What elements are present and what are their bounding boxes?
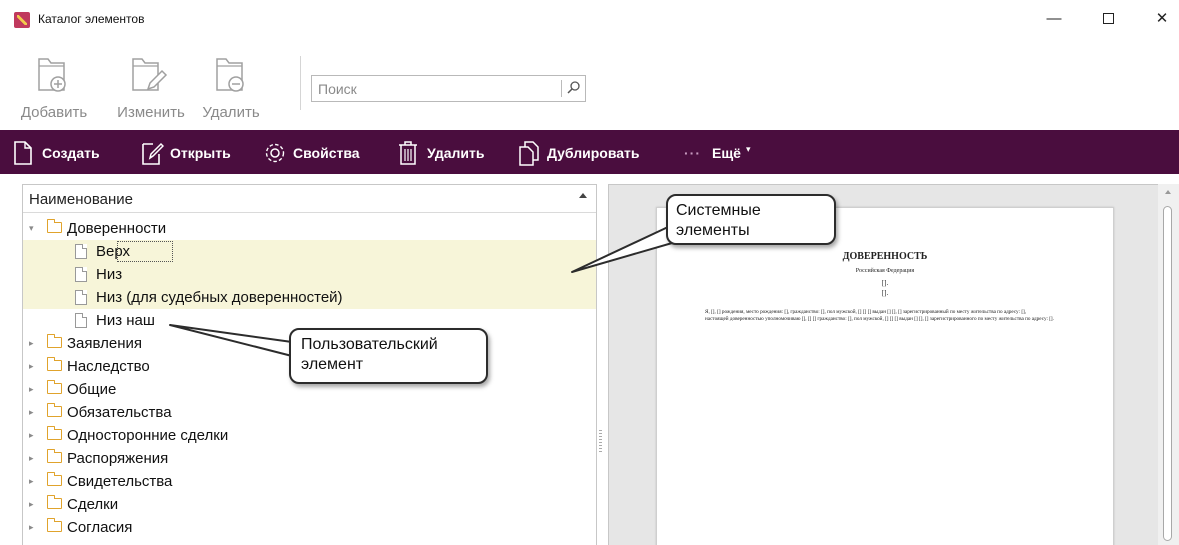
search-input[interactable] <box>318 79 554 98</box>
ribbon-divider <box>300 56 301 110</box>
panel-splitter-handle[interactable] <box>599 430 602 454</box>
tree-item-system[interactable]: Верх <box>23 240 596 263</box>
collapse-arrow-icon[interactable]: ▸ <box>29 476 34 487</box>
new-document-icon <box>14 141 32 165</box>
more-label: Ещё <box>712 145 741 161</box>
tree-item-label: Распоряжения <box>67 450 169 467</box>
document-title: ДОВЕРЕННОСТЬ <box>842 251 928 262</box>
document-icon <box>75 290 87 305</box>
app-logo-icon <box>14 12 30 28</box>
folder-icon <box>47 449 62 463</box>
tree-item-label: Сделки <box>67 496 119 513</box>
folder-edit-icon <box>132 58 168 91</box>
maximize-button[interactable] <box>1094 8 1122 30</box>
scroll-up-icon[interactable] <box>1165 190 1171 194</box>
ribbon: Добавить Изменить Удалить <box>0 36 1179 130</box>
collapse-arrow-icon[interactable]: ▸ <box>29 384 34 395</box>
window-title: Каталог элементов <box>38 12 145 26</box>
delete-toolbar-label: Удалить <box>427 145 485 161</box>
catalog-window: Каталог элементов — ✕ Добавить Изменить <box>0 0 1179 545</box>
document-body: Я, [], [] рождения, место рождения: [], … <box>677 309 1097 323</box>
collapse-arrow-icon[interactable]: ▸ <box>29 407 34 418</box>
collapse-arrow-icon[interactable]: ▸ <box>29 453 34 464</box>
tree-item-label: Односторонние сделки <box>67 427 229 444</box>
gear-icon <box>265 143 285 163</box>
expand-arrow-icon[interactable]: ▾ <box>29 223 34 234</box>
tree-item-folder[interactable]: ▸ Согласия <box>23 516 596 539</box>
document-paragraph: настоящей доверенностью уполномочиваю []… <box>705 316 1054 322</box>
action-toolbar: Создать Открыть Свойства Удалить Дублиро… <box>0 130 1179 174</box>
tree-item-folder[interactable]: ▸ Распоряжения <box>23 447 596 470</box>
tree-item-label: Низ (для судебных доверенностей) <box>96 289 343 306</box>
tree-item-label: Низ <box>96 266 123 283</box>
collapse-arrow-icon[interactable]: ▸ <box>29 361 34 372</box>
tree-item-folder[interactable]: ▸ Обязательства <box>23 401 596 424</box>
duplicate-icon <box>519 141 539 166</box>
folder-add-icon <box>38 58 66 92</box>
document-preview-page: ДОВЕРЕННОСТЬ Российская Федерация []. []… <box>656 207 1114 545</box>
delete-button-label: Удалить <box>202 104 260 121</box>
edit-document-icon <box>142 142 164 165</box>
callout-system-elements: Системные элементы <box>666 194 836 245</box>
folder-icon <box>47 495 62 509</box>
document-icon <box>75 313 87 328</box>
tree-item-folder[interactable]: ▸ Сделки <box>23 493 596 516</box>
open-label: Открыть <box>170 145 231 161</box>
tree-item-label: Доверенности <box>67 220 167 237</box>
scrollbar-thumb[interactable] <box>1163 206 1172 541</box>
minimize-button[interactable]: — <box>1040 8 1068 30</box>
title-bar: Каталог элементов — ✕ <box>0 0 1179 36</box>
folder-open-icon <box>47 219 62 233</box>
add-button-label: Добавить <box>20 104 88 121</box>
document-icon <box>75 267 87 282</box>
folder-icon <box>47 380 62 394</box>
folder-icon <box>47 403 62 417</box>
folder-remove-icon <box>216 58 244 92</box>
document-subtitle: Российская Федерация <box>855 268 915 274</box>
more-dots-icon: ··· <box>684 145 701 161</box>
search-box[interactable] <box>311 75 586 102</box>
collapse-arrow-icon[interactable]: ▸ <box>29 522 34 533</box>
document-placeholder: []. <box>881 289 889 297</box>
tree-item-folder[interactable]: ▸ Свидетельства <box>23 470 596 493</box>
tree-item-label: Заявления <box>67 335 143 352</box>
tree-item-label: Низ наш <box>96 312 155 329</box>
collapse-arrow-icon[interactable]: ▸ <box>29 499 34 510</box>
tree-item-folder[interactable]: ▾ Доверенности <box>23 217 596 240</box>
column-header-label: Наименование <box>29 191 133 208</box>
collapse-arrow-icon[interactable]: ▸ <box>29 338 34 349</box>
tree-item-label: Обязательства <box>67 404 172 421</box>
tree-item-label: Общие <box>67 381 117 398</box>
callout-user-element: Пользовательский элемент <box>289 328 488 384</box>
folder-icon <box>47 472 62 486</box>
duplicate-label: Дублировать <box>547 145 640 161</box>
folder-icon <box>47 357 62 371</box>
edit-button-label: Изменить <box>117 104 185 121</box>
tree-item-label: Свидетельства <box>67 473 173 490</box>
close-button[interactable]: ✕ <box>1148 8 1176 30</box>
tree-item-label: Согласия <box>67 519 133 536</box>
sort-asc-icon <box>579 193 587 198</box>
folder-icon <box>47 518 62 532</box>
preview-scrollbar[interactable] <box>1158 184 1179 545</box>
tree-item-system[interactable]: Низ <box>23 263 596 286</box>
create-label: Создать <box>42 145 100 161</box>
search-divider <box>561 80 562 97</box>
folder-icon <box>47 426 62 440</box>
trash-icon <box>399 141 417 165</box>
properties-label: Свойства <box>293 145 360 161</box>
search-icon[interactable] <box>566 80 582 97</box>
tree-item-label: Наследство <box>67 358 150 375</box>
document-paragraph: Я, [], [] рождения, место рождения: [], … <box>705 309 1027 315</box>
tree-item-folder[interactable]: ▸ Односторонние сделки <box>23 424 596 447</box>
tree-item-label: Верх <box>96 243 131 260</box>
maximize-icon <box>1102 13 1114 24</box>
chevron-down-icon: ▾ <box>746 144 751 154</box>
collapse-arrow-icon[interactable]: ▸ <box>29 430 34 441</box>
document-placeholder: []. <box>881 279 889 287</box>
column-header[interactable]: Наименование <box>23 185 596 213</box>
document-icon <box>75 244 87 259</box>
folder-icon <box>47 334 62 348</box>
tree-item-system[interactable]: Низ (для судебных доверенностей) <box>23 286 596 309</box>
